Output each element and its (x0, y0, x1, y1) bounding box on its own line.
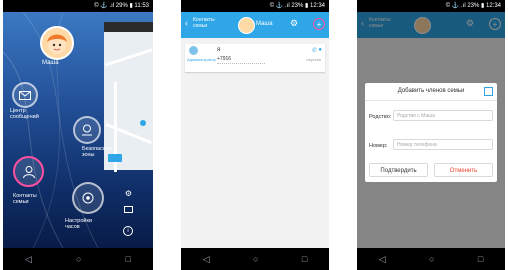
watch-settings-label: Настройки часов (65, 218, 92, 230)
recent-apps-icon[interactable]: □ (302, 254, 307, 264)
profile-name: Маша (256, 21, 273, 27)
map-pin-icon (82, 124, 92, 136)
phone-screen-add-member: © ⚓ .ıl 23% ▮ 12:34 ‹ Контакты семьи ⚙ +… (357, 0, 505, 270)
map-road (104, 48, 153, 67)
number-label: Номер: (369, 143, 388, 149)
contacts-list: Администратор я +7916 ✆ ● неустан (181, 38, 329, 248)
status-bar: © ⚓ .ıl 29% ▮ 11:53 (94, 3, 149, 9)
monitor-icon[interactable] (124, 206, 133, 213)
location-pin-icon (140, 120, 146, 126)
home-icon[interactable]: ○ (429, 254, 434, 264)
back-arrow-icon[interactable]: ‹ (185, 18, 188, 28)
recent-apps-icon[interactable]: □ (478, 254, 483, 264)
back-icon[interactable]: ◁ (25, 254, 32, 265)
phone-screen-contacts: © ⚓ .ıl 23% ▮ 12:34 ‹ Контакты семьи Маш… (181, 0, 329, 270)
map-card-header (104, 22, 153, 32)
confirm-button[interactable]: Подтвердить (369, 163, 428, 177)
safe-zones-button[interactable] (73, 116, 101, 144)
android-nav-bar: ◁ ○ □ (181, 248, 329, 270)
family-contacts-button[interactable] (13, 156, 44, 187)
phone-number-input[interactable]: Номер телефона (393, 139, 493, 150)
profile-name: Маша (42, 60, 59, 66)
relation-label: Родство: (369, 114, 392, 120)
add-contact-button[interactable]: + (313, 18, 325, 30)
home-icon[interactable]: ○ (253, 254, 258, 264)
envelope-icon (19, 90, 31, 100)
status-bar: © ⚓ .ıl 23% ▮ 12:34 (445, 3, 501, 9)
safe-zones-label: Безопасные зоны (82, 146, 113, 158)
home-icon[interactable]: ○ (76, 254, 81, 264)
person-icon (22, 165, 35, 178)
add-family-member-dialog: Добавить членов семьи Родство: Родство с… (365, 83, 497, 182)
info-icon[interactable]: i (123, 226, 133, 236)
watch-gear-icon (82, 192, 94, 204)
map-road (105, 122, 152, 145)
list-item[interactable]: Администратор я +7916 ✆ ● неустан (185, 44, 325, 72)
back-icon[interactable]: ◁ (379, 254, 386, 265)
gear-icon[interactable]: ⚙ (290, 18, 298, 29)
profile-avatar[interactable] (40, 26, 74, 60)
contact-avatar-icon (189, 46, 198, 55)
watch-settings-button[interactable] (72, 182, 104, 214)
messages-center-label: Центр сообщений (10, 108, 39, 120)
dialog-title: Добавить членов семьи (365, 83, 497, 101)
messages-center-button[interactable] (12, 82, 38, 108)
contact-status: неустан (306, 57, 321, 62)
recent-apps-icon[interactable]: □ (126, 254, 131, 264)
android-nav-bar: ◁ ○ □ (3, 248, 153, 270)
phone-screen-menu: © ⚓ .ıl 29% ▮ 11:53 Маша Центр сообщений (3, 0, 153, 270)
child-face-icon (47, 34, 67, 54)
divider (217, 63, 265, 64)
back-icon[interactable]: ◁ (203, 254, 210, 265)
family-contacts-label: Контакты семьи (13, 193, 37, 205)
title-bar: ‹ Контакты семьи Маша ⚙ + (181, 12, 329, 38)
back-label[interactable]: Контакты семьи (193, 17, 219, 29)
contact-name: я (217, 47, 221, 53)
relation-input[interactable]: Родство с Маша (393, 110, 493, 121)
phone-call-icon[interactable]: ✆ (312, 47, 317, 54)
status-bar: © ⚓ .ıl 23% ▮ 12:34 (269, 3, 325, 9)
contact-role: Администратор (187, 57, 216, 62)
gear-icon[interactable]: ⚙ (124, 189, 133, 198)
chat-icon[interactable]: ● (318, 47, 322, 53)
cancel-button[interactable]: Отменить (434, 163, 493, 177)
profile-avatar[interactable] (238, 17, 255, 34)
contact-phone: +7916 (217, 56, 232, 62)
contacts-book-icon[interactable] (484, 87, 493, 96)
android-nav-bar: ◁ ○ □ (357, 248, 505, 270)
